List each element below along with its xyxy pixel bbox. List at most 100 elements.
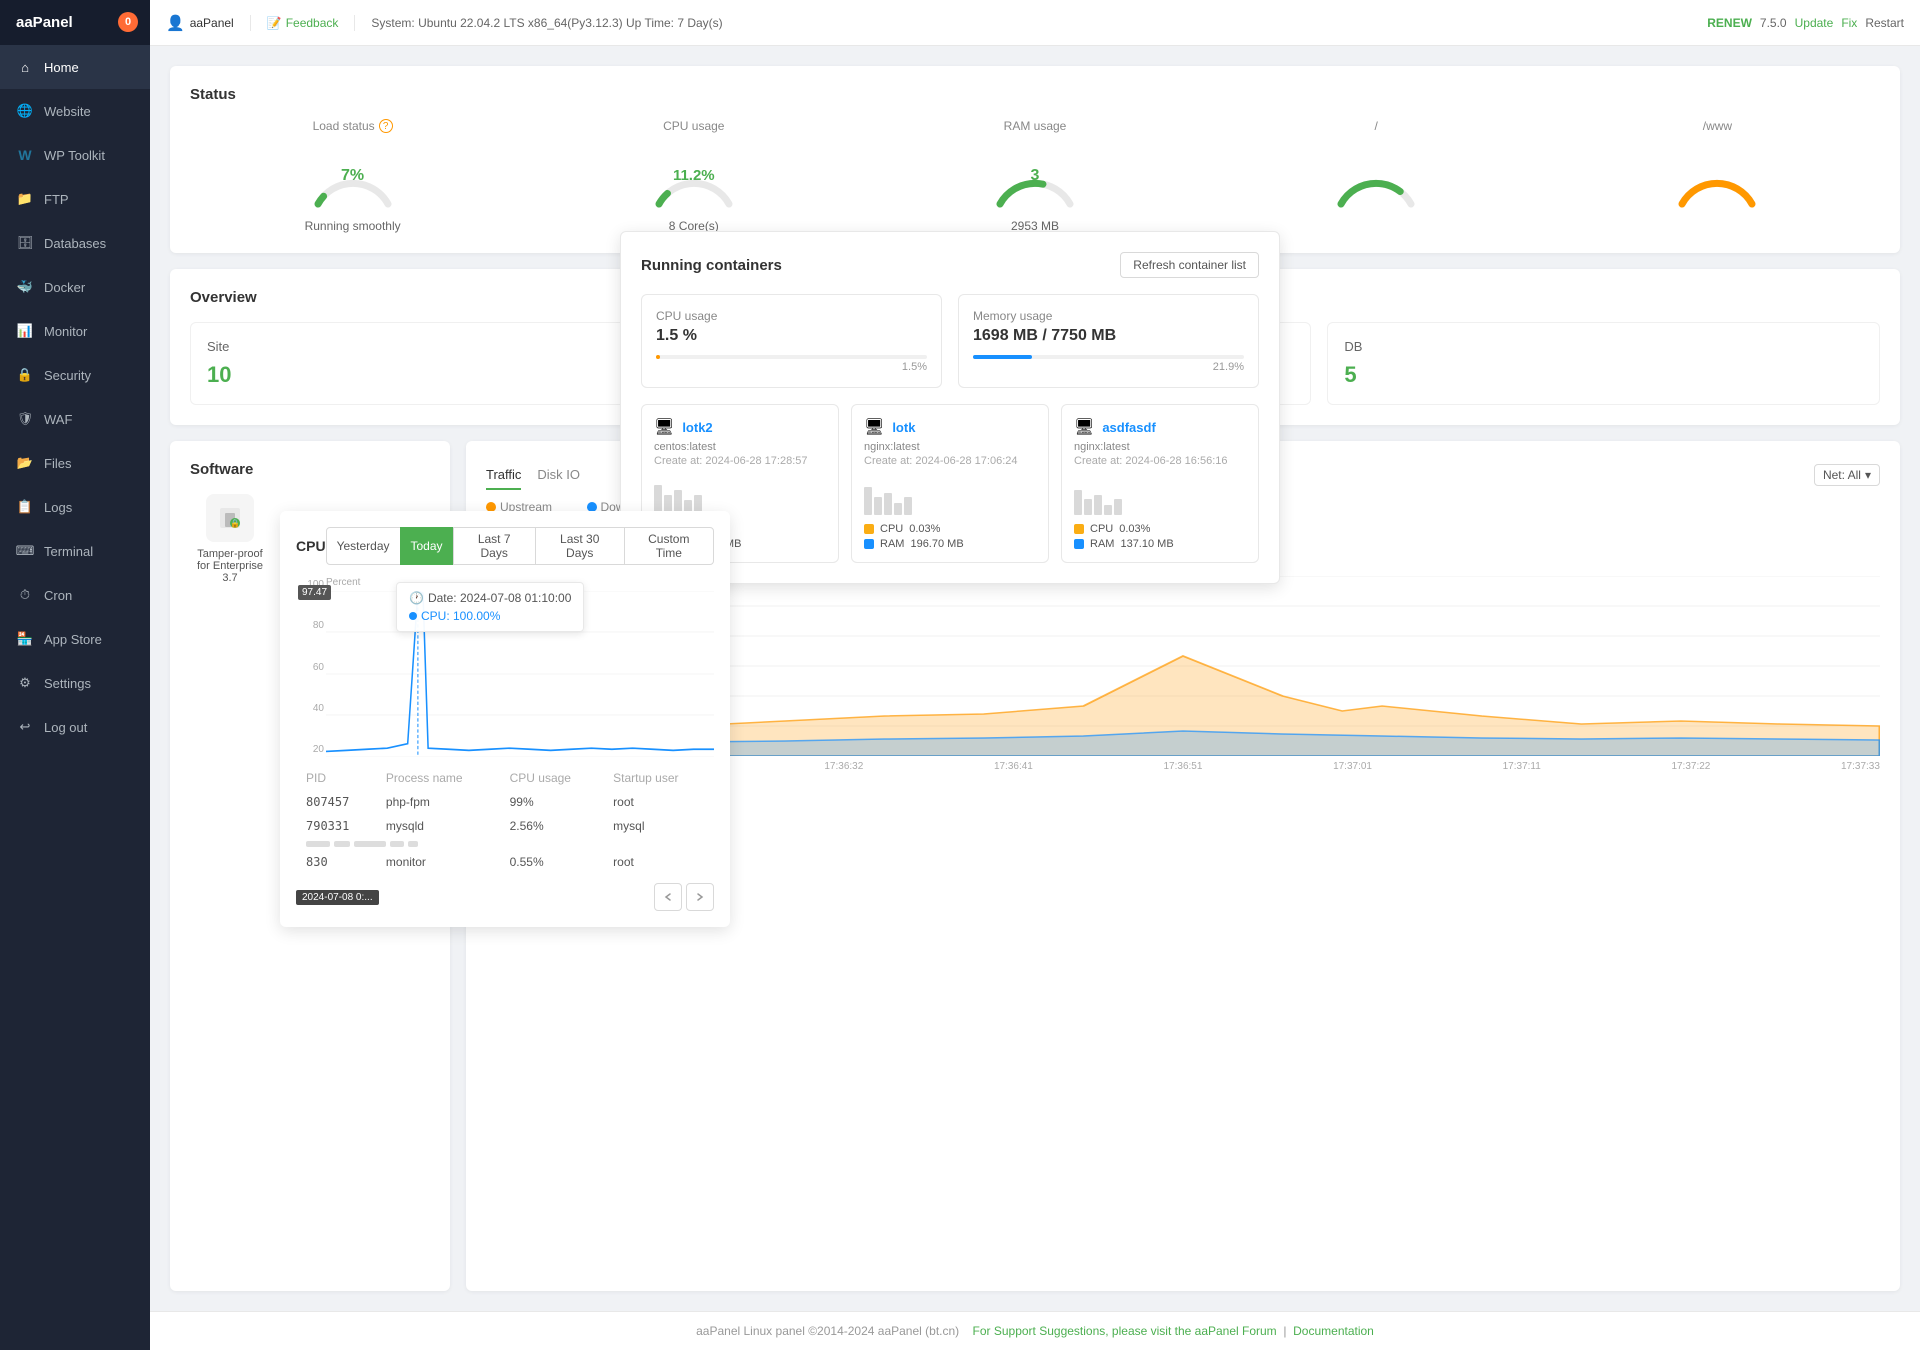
svg-text:🔒: 🔒: [230, 519, 240, 528]
sidebar-label-ftp: FTP: [44, 192, 69, 207]
table-row: 807457 php-fpm 99% root: [298, 791, 712, 813]
load-label: Load status ?: [313, 119, 393, 133]
software-title: Software: [190, 461, 430, 478]
sidebar-item-logs[interactable]: 📋 Logs: [0, 485, 150, 529]
tab-disk-io[interactable]: Disk IO: [537, 461, 580, 490]
table-footer: 2024-07-08 0:...: [296, 883, 714, 911]
net-select[interactable]: Net: All ▾: [1814, 464, 1880, 486]
sidebar-item-docker[interactable]: 🐳 Docker: [0, 265, 150, 309]
sidebar-item-settings[interactable]: ⚙ Settings: [0, 661, 150, 705]
sidebar-item-waf[interactable]: 🛡 WAF: [0, 397, 150, 441]
container-monitor-icon-3: 🖥: [1074, 417, 1094, 437]
cpu-gauge: 11.2%: [644, 139, 744, 209]
sidebar-label-docker: Docker: [44, 280, 85, 295]
fix-link[interactable]: Fix: [1841, 16, 1857, 30]
tab-yesterday[interactable]: Yesterday: [326, 527, 401, 565]
next-btn[interactable]: [686, 883, 714, 911]
website-icon: 🌐: [16, 102, 34, 120]
table-header-name: Process name: [378, 767, 500, 789]
sidebar-item-wp-toolkit[interactable]: W WP Toolkit: [0, 133, 150, 177]
disk-www-label: /www: [1703, 119, 1732, 133]
container-mini-bar-lotk2: [654, 475, 826, 515]
sidebar-label-settings: Settings: [44, 676, 91, 691]
sidebar-logo: aaPanel 0: [0, 0, 150, 45]
containers-title: Running containers: [641, 257, 782, 274]
sidebar-item-logout[interactable]: ↩ Log out: [0, 705, 150, 749]
files-icon: 📂: [16, 454, 34, 472]
sidebar-label-home: Home: [44, 60, 79, 75]
container-name-lotk: lotk: [892, 420, 915, 435]
container-ram-stat-lotk: RAM 196.70 MB: [864, 538, 1036, 550]
container-card-lotk[interactable]: 🖥 lotk nginx:latest Create at: 2024-06-2…: [851, 404, 1049, 563]
procname-4: monitor: [378, 851, 500, 873]
container-card-header-asdfasdf: 🖥 asdfasdf: [1074, 417, 1246, 437]
nav-buttons: [654, 883, 714, 911]
cpu-label: CPU usage: [663, 119, 724, 133]
refresh-container-btn[interactable]: Refresh container list: [1120, 252, 1259, 278]
disk-www-svg: [1667, 139, 1767, 209]
tooltip-value: CPU: 100.00%: [409, 609, 571, 623]
sidebar-item-security[interactable]: 🔒 Security: [0, 353, 150, 397]
memory-progress-fill: [973, 355, 1032, 359]
software-item-tamper[interactable]: 🔒 Tamper-proof for Enterprise 3.7: [190, 494, 270, 584]
container-created-lotk2: Create at: 2024-06-28 17:28:57: [654, 455, 826, 467]
cpu-chart-header: CPU Yesterday Today Last 7 Days Last 30 …: [296, 527, 714, 565]
overview-db[interactable]: DB 5: [1327, 322, 1880, 405]
container-mini-bar-asdfasdf: [1074, 475, 1246, 515]
cpu-progress-fill: [656, 355, 660, 359]
pid-2: 790331: [298, 815, 376, 837]
container-monitor-icon-2: 🖥: [864, 417, 884, 437]
cpu-1: 99%: [502, 791, 604, 813]
status-ram: RAM usage 3 2953 MB: [872, 119, 1197, 233]
containers-header: Running containers Refresh container lis…: [641, 252, 1259, 278]
sidebar-item-files[interactable]: 📂 Files: [0, 441, 150, 485]
topbar-right: RENEW 7.5.0 Update Fix Restart: [1707, 16, 1904, 30]
feedback-text: Feedback: [286, 16, 339, 30]
prev-btn[interactable]: [654, 883, 682, 911]
sidebar-item-monitor[interactable]: 📊 Monitor: [0, 309, 150, 353]
ram-dot-2: [864, 539, 874, 549]
sidebar-item-website[interactable]: 🌐 Website: [0, 89, 150, 133]
app-store-icon: 🏪: [16, 630, 34, 648]
topbar-divider-2: [354, 15, 355, 31]
cpu-usage-value: 1.5 %: [656, 327, 927, 345]
container-card-asdfasdf[interactable]: 🖥 asdfasdf nginx:latest Create at: 2024-…: [1061, 404, 1259, 563]
footer-text: aaPanel Linux panel ©2014-2024 aaPanel (…: [696, 1324, 959, 1338]
sidebar-label-waf: WAF: [44, 412, 72, 427]
ram-dot-3: [1074, 539, 1084, 549]
disk-root-gauge: [1326, 139, 1426, 209]
tab-custom[interactable]: Custom Time: [624, 527, 714, 565]
time-tabs: Yesterday Today Last 7 Days Last 30 Days…: [326, 527, 714, 565]
cpu-dot-2: [864, 524, 874, 534]
sidebar-item-databases[interactable]: 🗄 Databases: [0, 221, 150, 265]
tab-last30[interactable]: Last 30 Days: [535, 527, 625, 565]
feedback-link[interactable]: 📝 Feedback: [267, 16, 339, 30]
sidebar-item-home[interactable]: ⌂ Home: [0, 45, 150, 89]
docs-link[interactable]: Documentation: [1293, 1324, 1374, 1338]
sidebar-item-cron[interactable]: ⏱ Cron: [0, 573, 150, 617]
container-image-lotk: nginx:latest: [864, 441, 1036, 453]
sidebar-label-logout: Log out: [44, 720, 87, 735]
tamper-proof-svg: 🔒: [216, 504, 244, 532]
cpu-y-labels: 100 80 60 40 20: [296, 577, 326, 757]
support-link[interactable]: For Support Suggestions, please visit th…: [973, 1324, 1277, 1338]
user-1: root: [605, 791, 712, 813]
sidebar-label-cron: Cron: [44, 588, 72, 603]
sidebar-label-databases: Databases: [44, 236, 106, 251]
tab-traffic[interactable]: Traffic: [486, 461, 521, 490]
cpu-value: 11.2%: [673, 167, 715, 184]
sidebar-item-terminal[interactable]: ⌨ Terminal: [0, 529, 150, 573]
renew-link[interactable]: RENEW: [1707, 16, 1752, 30]
tab-today[interactable]: Today: [400, 527, 454, 565]
restart-link[interactable]: Restart: [1865, 16, 1904, 30]
sidebar-item-ftp[interactable]: 📁 FTP: [0, 177, 150, 221]
tab-last7[interactable]: Last 7 Days: [453, 527, 536, 565]
update-link[interactable]: Update: [1795, 16, 1834, 30]
container-ram-stat-asdfasdf: RAM 137.10 MB: [1074, 538, 1246, 550]
status-title: Status: [190, 86, 1880, 103]
user-2: mysql: [605, 815, 712, 837]
container-mini-bar-lotk: [864, 475, 1036, 515]
container-name-asdfasdf: asdfasdf: [1102, 420, 1155, 435]
sidebar-item-app-store[interactable]: 🏪 App Store: [0, 617, 150, 661]
topbar-divider-1: [250, 15, 251, 31]
